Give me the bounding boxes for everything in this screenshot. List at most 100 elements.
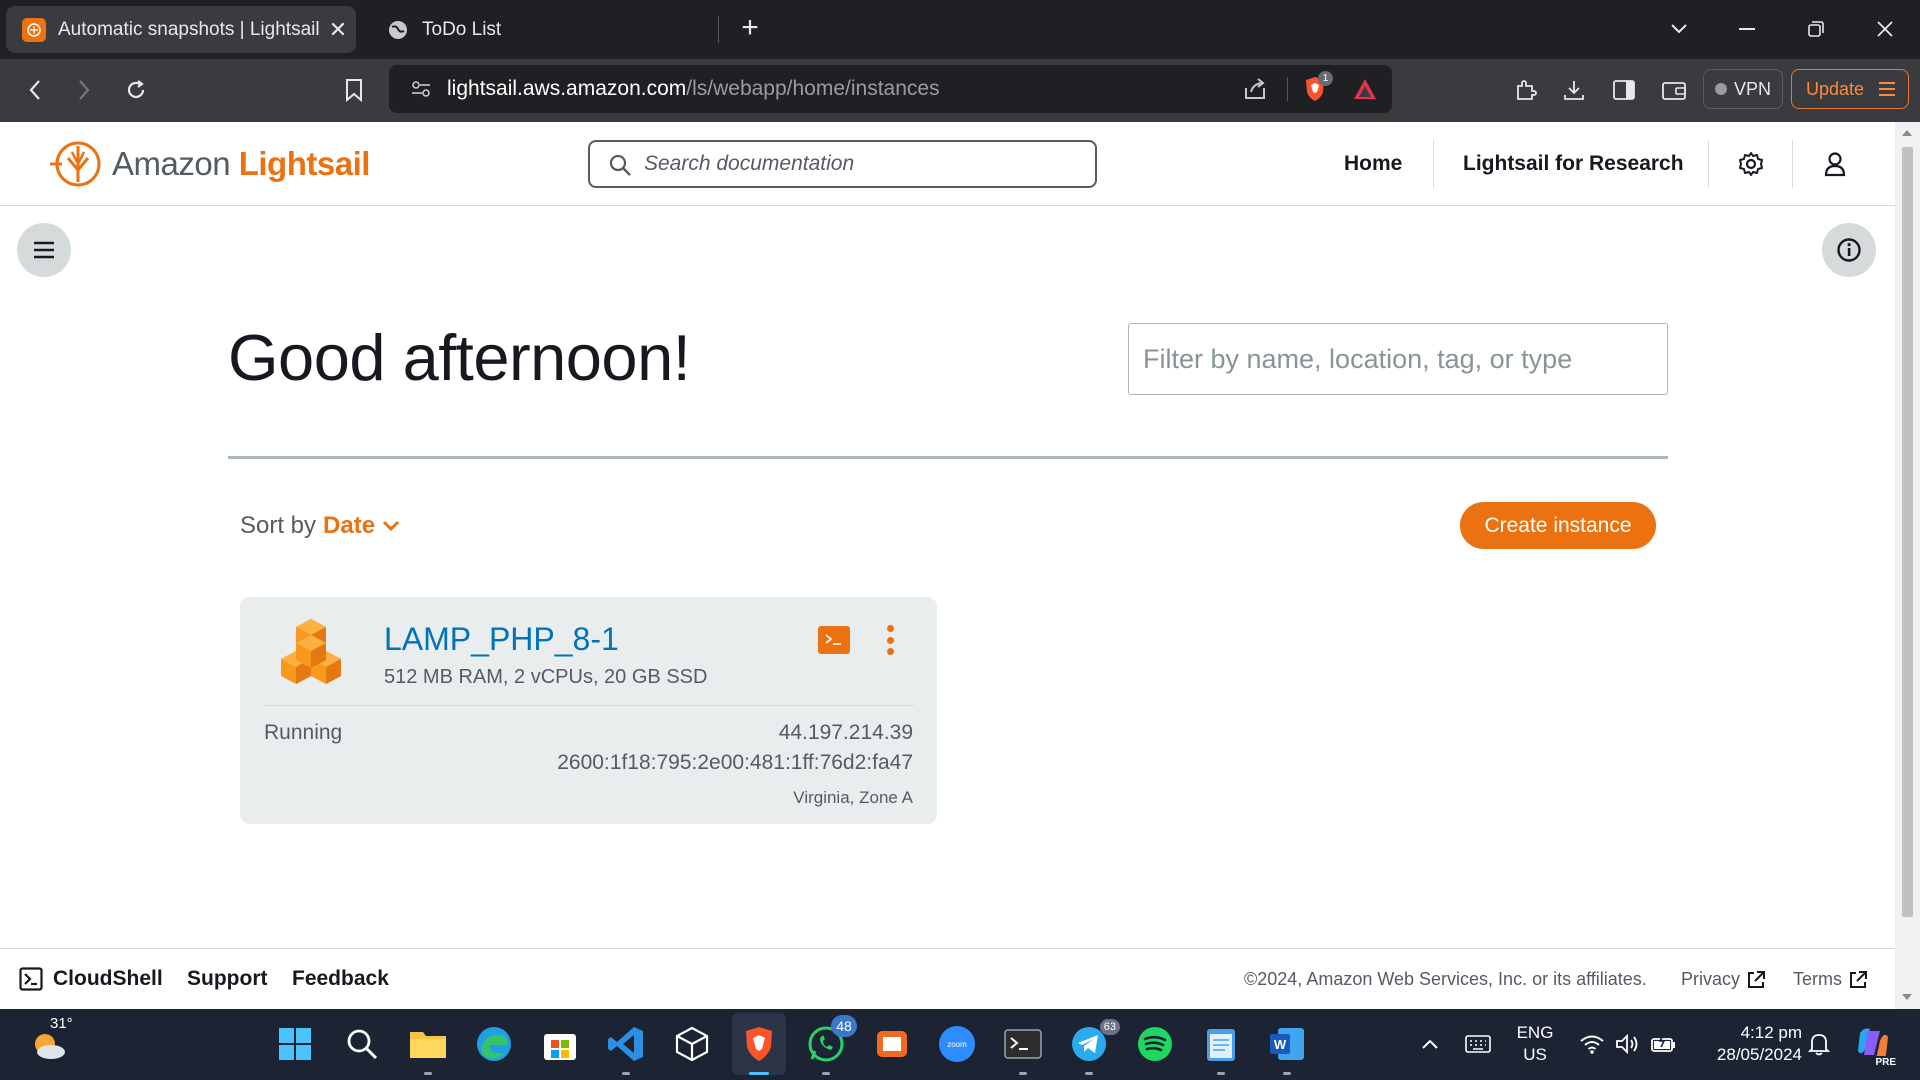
running-indicator <box>1217 1072 1225 1075</box>
taskbar-store[interactable] <box>539 1023 581 1065</box>
brand-name: Lightsail <box>238 145 371 182</box>
vpn-status-icon <box>1714 83 1727 95</box>
tab-lightsail[interactable]: Automatic snapshots | Lightsail | ✕ <box>6 6 356 53</box>
sort-control[interactable]: Sort by Date <box>240 512 400 540</box>
windows-taskbar: 31° 48 zoom 63 W ENG US 4:12 pm 28/05/20… <box>0 1009 1920 1080</box>
instance-state: Running <box>264 721 343 744</box>
taskbar-virtualbox[interactable] <box>671 1023 713 1065</box>
scroll-up-arrow-icon[interactable] <box>1902 130 1912 136</box>
address-bar[interactable]: lightsail.aws.amazon.com/ls/webapp/home/… <box>389 65 1392 113</box>
taskbar-spotify[interactable] <box>1134 1023 1176 1065</box>
instance-filter[interactable] <box>1128 323 1668 395</box>
back-icon[interactable] <box>15 70 55 110</box>
scrollbar-thumb[interactable] <box>1902 147 1913 917</box>
new-tab-button[interactable]: + <box>733 12 767 46</box>
documentation-search[interactable] <box>588 140 1097 188</box>
search-documentation-input[interactable] <box>644 152 1084 176</box>
extensions-icon[interactable] <box>1506 70 1546 110</box>
chevron-down-icon[interactable] <box>382 520 400 532</box>
wallet-icon[interactable] <box>1654 70 1694 110</box>
start-button[interactable] <box>274 1023 316 1065</box>
svg-text:W: W <box>1274 1037 1287 1052</box>
privacy-link[interactable]: Privacy <box>1681 969 1766 990</box>
tab-search-chevron-icon[interactable] <box>1656 10 1702 48</box>
taskbar-file-explorer[interactable] <box>407 1023 449 1075</box>
user-account-icon[interactable] <box>1815 144 1855 184</box>
search-icon <box>609 154 631 176</box>
bookmark-icon[interactable] <box>334 70 374 110</box>
external-link-icon <box>1748 970 1766 988</box>
info-icon <box>1837 238 1861 262</box>
show-hidden-icons-chevron-icon[interactable] <box>1409 1023 1451 1065</box>
update-label: Update <box>1806 78 1865 99</box>
running-indicator <box>424 1072 432 1075</box>
privacy-label: Privacy <box>1681 969 1741 989</box>
tab-title: Automatic snapshots | Lightsail | <box>58 18 320 40</box>
touch-keyboard-icon[interactable] <box>1457 1023 1499 1065</box>
instance-zone: Virginia, Zone A <box>793 788 913 807</box>
settings-gear-icon[interactable] <box>1731 144 1771 184</box>
nav-home-link[interactable]: Home <box>1344 152 1402 176</box>
scroll-down-arrow-icon[interactable] <box>1902 994 1912 1000</box>
tab-todo[interactable]: ToDo List <box>370 6 710 53</box>
lightsail-logo-icon <box>50 141 101 187</box>
clock-time: 4:12 pm <box>1740 1023 1802 1042</box>
brave-shields-icon[interactable]: 1 <box>1295 69 1335 109</box>
weather-widget[interactable]: 31° <box>28 1015 73 1065</box>
forward-icon[interactable] <box>64 70 104 110</box>
browser-tab-bar: Automatic snapshots | Lightsail | ✕ ToDo… <box>0 0 1920 59</box>
language-code: ENG <box>1516 1023 1554 1042</box>
close-tab-icon[interactable]: ✕ <box>320 17 356 43</box>
reload-icon[interactable] <box>116 70 156 110</box>
notepad-icon <box>1207 1029 1235 1061</box>
language-indicator[interactable]: ENG US <box>1515 1022 1555 1066</box>
taskbar-whatsapp[interactable]: 48 <box>805 1015 857 1075</box>
notifications-bell-icon[interactable] <box>1798 1023 1840 1065</box>
nav-research-link[interactable]: Lightsail for Research <box>1463 152 1684 176</box>
instance-card[interactable]: LAMP_PHP_8-1 512 MB RAM, 2 vCPUs, 20 GB … <box>240 597 937 824</box>
page-footer: CloudShell Support Feedback ©2024, Amazo… <box>0 948 1895 1009</box>
support-link[interactable]: Support <box>187 967 267 991</box>
more-actions-icon[interactable] <box>886 625 894 655</box>
instance-name-link[interactable]: LAMP_PHP_8-1 <box>384 621 619 658</box>
copilot-icon[interactable]: PRE <box>1852 1023 1898 1069</box>
create-instance-button[interactable]: Create instance <box>1460 502 1656 549</box>
globe-icon <box>386 18 410 42</box>
taskbar-word[interactable]: W <box>1266 1023 1308 1075</box>
close-window-icon[interactable] <box>1862 10 1908 48</box>
info-panel-button[interactable] <box>1822 223 1876 277</box>
cloudshell-link[interactable]: CloudShell <box>19 967 163 991</box>
weather-temperature: 31° <box>50 1015 73 1032</box>
clock[interactable]: 4:12 pm 28/05/2024 <box>1692 1022 1802 1066</box>
sort-value[interactable]: Date <box>323 512 375 540</box>
side-menu-button[interactable] <box>17 223 71 277</box>
taskbar-vscode[interactable] <box>605 1023 647 1075</box>
share-icon[interactable] <box>1235 69 1275 109</box>
connect-ssh-terminal-icon[interactable] <box>818 626 850 654</box>
taskbar-edge[interactable] <box>473 1023 515 1065</box>
downloads-icon[interactable] <box>1554 70 1594 110</box>
site-settings-icon[interactable] <box>401 69 441 109</box>
taskbar-brave[interactable] <box>738 1023 780 1075</box>
brave-rewards-icon[interactable] <box>1345 69 1385 109</box>
minimize-icon[interactable] <box>1724 10 1770 48</box>
restore-icon[interactable] <box>1793 10 1839 48</box>
taskbar-office-app[interactable] <box>871 1023 913 1065</box>
sidebar-icon[interactable] <box>1604 70 1644 110</box>
taskbar-search-button[interactable] <box>341 1023 383 1065</box>
vpn-button[interactable]: VPN <box>1703 69 1783 109</box>
taskbar-notepad[interactable] <box>1200 1023 1242 1075</box>
taskbar-zoom[interactable]: zoom <box>936 1023 978 1065</box>
terms-link[interactable]: Terms <box>1793 969 1868 990</box>
taskbar-telegram[interactable]: 63 <box>1068 1019 1120 1075</box>
update-button[interactable]: Update <box>1791 69 1909 109</box>
battery-charging-icon[interactable] <box>1643 1023 1685 1065</box>
feedback-link[interactable]: Feedback <box>292 967 389 991</box>
filter-input[interactable] <box>1143 344 1653 375</box>
page-scrollbar[interactable] <box>1895 122 1920 1009</box>
running-indicator <box>622 1072 630 1075</box>
spotify-icon <box>1138 1027 1172 1061</box>
lightsail-logo[interactable]: Amazon Lightsail <box>48 138 370 190</box>
nav-separator <box>1792 140 1793 188</box>
taskbar-terminal[interactable] <box>1002 1023 1044 1075</box>
